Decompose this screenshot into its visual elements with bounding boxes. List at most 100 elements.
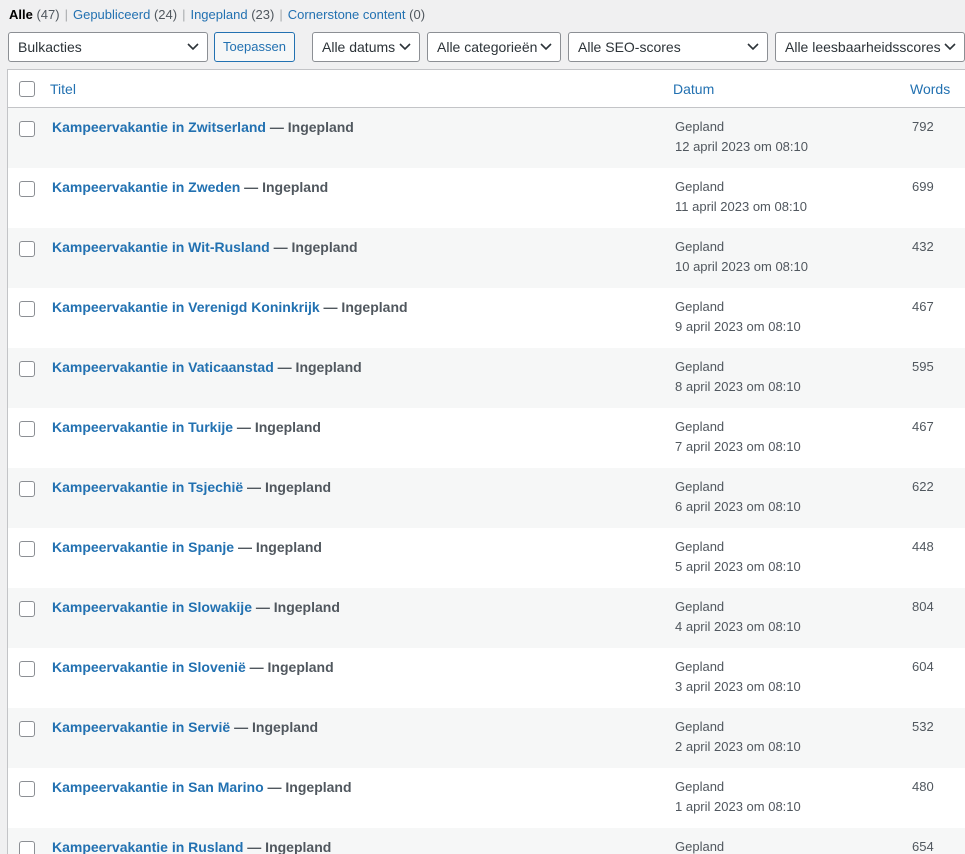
filter-scheduled-link[interactable]: Ingepland [190, 7, 247, 22]
filter-scheduled-count: (23) [251, 7, 275, 22]
filter-published-link[interactable]: Gepubliceerd [73, 7, 150, 22]
date-filter-label: Alle datums [322, 39, 396, 55]
status-filters: Alle (47) | Gepubliceerd (24) | Ingeplan… [9, 7, 425, 23]
row-checkbox[interactable] [19, 421, 35, 437]
category-filter-label: Alle categorieën [437, 39, 538, 55]
post-date: 11 april 2023 om 08:10 [675, 199, 808, 214]
column-title-header[interactable]: Titel [50, 81, 76, 97]
post-title-link[interactable]: Kampeervakantie in Vaticaanstad [52, 359, 274, 375]
post-date: 9 april 2023 om 08:10 [675, 319, 801, 334]
post-status: Gepland [675, 839, 725, 854]
post-title-cell: Kampeervakantie in Turkije — Ingepland [52, 419, 321, 435]
post-title-link[interactable]: Kampeervakantie in Zwitserland [52, 119, 266, 135]
post-title-link[interactable]: Kampeervakantie in Verenigd Koninkrijk [52, 299, 320, 315]
date-filter-select[interactable]: Alle datums [312, 32, 420, 62]
post-word-count: 792 [912, 119, 934, 134]
post-title-cell: Kampeervakantie in Wit-Rusland — Ingepla… [52, 239, 358, 255]
chevron-down-icon [747, 43, 759, 51]
post-title-link[interactable]: Kampeervakantie in Wit-Rusland [52, 239, 270, 255]
column-words-header[interactable]: Words [910, 81, 950, 97]
post-state: — Ingepland [251, 599, 340, 615]
post-title-cell: Kampeervakantie in Zwitserland — Ingepla… [52, 119, 354, 135]
post-date: 12 april 2023 om 08:10 [675, 139, 808, 154]
post-date: 10 april 2023 om 08:10 [675, 259, 808, 274]
row-checkbox[interactable] [19, 721, 35, 737]
post-status: Gepland [675, 419, 725, 434]
filter-all[interactable]: Alle (47) [9, 7, 60, 23]
post-status: Gepland [675, 779, 725, 794]
post-status: Gepland [675, 659, 725, 674]
filter-cornerstone-link[interactable]: Cornerstone content [288, 7, 406, 22]
post-state: — Ingepland [243, 479, 332, 495]
post-title-link[interactable]: Kampeervakantie in Servië [52, 719, 230, 735]
row-checkbox[interactable] [19, 121, 35, 137]
post-state: — Ingepland [273, 359, 362, 375]
post-title-cell: Kampeervakantie in San Marino — Ingeplan… [52, 779, 352, 795]
filter-separator: | [279, 7, 283, 22]
row-checkbox[interactable] [19, 541, 35, 557]
post-word-count: 604 [912, 659, 934, 674]
row-checkbox[interactable] [19, 781, 35, 797]
filter-cornerstone[interactable]: Cornerstone content (0) [288, 7, 425, 23]
filter-all-count: (47) [36, 7, 60, 22]
post-state: — Ingepland [233, 419, 321, 435]
table-row: Kampeervakantie in Wit-Rusland — Ingepla… [8, 228, 965, 288]
apply-button[interactable]: Toepassen [214, 32, 295, 62]
post-word-count: 622 [912, 479, 934, 494]
column-date-header[interactable]: Datum [673, 81, 714, 97]
row-checkbox[interactable] [19, 661, 35, 677]
filter-all-link[interactable]: Alle [9, 7, 33, 22]
post-status: Gepland [675, 719, 725, 734]
table-row: Kampeervakantie in Tsjechië — Ingepland … [8, 468, 965, 528]
bulk-actions-select[interactable]: Bulkacties [8, 32, 208, 62]
post-status: Gepland [675, 119, 725, 134]
post-title-cell: Kampeervakantie in Zweden — Ingepland [52, 179, 328, 195]
row-checkbox[interactable] [19, 301, 35, 317]
filter-scheduled[interactable]: Ingepland (23) [190, 7, 274, 23]
table-row: Kampeervakantie in Turkije — Ingepland G… [8, 408, 965, 468]
post-title-link[interactable]: Kampeervakantie in San Marino [52, 779, 264, 795]
table-row: Kampeervakantie in Zwitserland — Ingepla… [8, 108, 965, 168]
post-date: 4 april 2023 om 08:10 [675, 619, 801, 634]
row-checkbox[interactable] [19, 361, 35, 377]
row-checkbox[interactable] [19, 241, 35, 257]
post-status: Gepland [675, 539, 725, 554]
post-title-link[interactable]: Kampeervakantie in Turkije [52, 419, 233, 435]
chevron-down-icon [399, 43, 411, 51]
row-checkbox[interactable] [19, 481, 35, 497]
post-status: Gepland [675, 599, 725, 614]
filter-published[interactable]: Gepubliceerd (24) [73, 7, 177, 23]
seo-score-filter-label: Alle SEO-scores [578, 39, 681, 55]
post-title-cell: Kampeervakantie in Slowakije — Ingepland [52, 599, 340, 615]
chevron-down-icon [944, 43, 956, 51]
category-filter-select[interactable]: Alle categorieën [427, 32, 561, 62]
row-checkbox[interactable] [19, 601, 35, 617]
post-date: 5 april 2023 om 08:10 [675, 559, 801, 574]
row-checkbox[interactable] [19, 841, 35, 854]
filter-published-count: (24) [153, 7, 178, 22]
post-title-link[interactable]: Kampeervakantie in Spanje [52, 539, 234, 555]
post-word-count: 654 [912, 839, 934, 854]
post-title-link[interactable]: Kampeervakantie in Tsjechië [52, 479, 243, 495]
post-word-count: 595 [912, 359, 934, 374]
post-state: — Ingepland [243, 839, 332, 854]
select-all-checkbox[interactable] [19, 81, 35, 97]
chevron-down-icon [540, 43, 552, 51]
post-date: 6 april 2023 om 08:10 [675, 499, 801, 514]
seo-score-filter-select[interactable]: Alle SEO-scores [568, 32, 768, 62]
post-title-link[interactable]: Kampeervakantie in Slowakije [52, 599, 252, 615]
table-row: Kampeervakantie in Verenigd Koninkrijk —… [8, 288, 965, 348]
post-state: — Ingepland [269, 239, 358, 255]
post-title-link[interactable]: Kampeervakantie in Slovenië [52, 659, 246, 675]
post-word-count: 804 [912, 599, 934, 614]
post-word-count: 448 [912, 539, 934, 554]
table-row: Kampeervakantie in Slowakije — Ingepland… [8, 588, 965, 648]
post-date: 2 april 2023 om 08:10 [675, 739, 801, 754]
readability-filter-label: Alle leesbaarheidsscores [785, 39, 941, 55]
post-title-cell: Kampeervakantie in Spanje — Ingepland [52, 539, 322, 555]
post-state: — Ingepland [319, 299, 408, 315]
readability-filter-select[interactable]: Alle leesbaarheidsscores [775, 32, 965, 62]
post-title-link[interactable]: Kampeervakantie in Zweden [52, 179, 240, 195]
row-checkbox[interactable] [19, 181, 35, 197]
post-title-link[interactable]: Kampeervakantie in Rusland [52, 839, 243, 854]
